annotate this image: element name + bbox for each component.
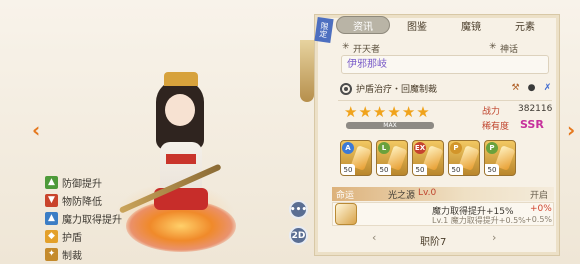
buff-item: ◆ 护盾 xyxy=(45,228,122,244)
character-name: 伊邪那岐 xyxy=(341,55,549,74)
fate-title: 光之源 xyxy=(388,191,416,201)
sword-type-icon: ✗ xyxy=(543,82,552,93)
sanction-icon: ✦ xyxy=(45,247,58,261)
origin-label: 神话 xyxy=(500,45,519,55)
equipment-slot[interactable]: P 50 xyxy=(484,140,516,176)
buff-item: ✦ 制裁 xyxy=(45,246,122,262)
tab-mirror[interactable]: 魔镜 xyxy=(444,16,498,34)
skill-description: 护盾治疗・回魔制裁 xyxy=(356,85,438,95)
fate-tab-label: 命运 xyxy=(336,191,355,201)
origin-marker-icon: ✳ xyxy=(489,42,497,52)
equip-type-badge: EX xyxy=(414,142,426,154)
rarity-label: 稀有度 xyxy=(482,122,510,132)
buff-item: ▲ 魔力取得提升 xyxy=(45,210,122,226)
equip-level: 50 xyxy=(377,164,391,175)
prev-rank-arrow[interactable]: ‹ xyxy=(372,231,376,244)
armor-down-icon: ▼ xyxy=(45,193,58,207)
buff-item: ▼ 物防降低 xyxy=(45,192,122,208)
rarity-value: SSR xyxy=(520,118,544,131)
equip-level: 50 xyxy=(449,164,463,175)
equip-type-badge: P xyxy=(486,142,498,154)
magic-up-icon: ▲ xyxy=(45,211,58,225)
view-2d-button[interactable]: 2D xyxy=(289,226,308,245)
dark-element-icon: ● xyxy=(527,82,536,93)
star-icon: ★ xyxy=(401,103,416,121)
next-rank-arrow[interactable]: › xyxy=(492,231,496,244)
shield-up-icon: ▲ xyxy=(45,175,58,189)
next-character-arrow[interactable]: › xyxy=(567,118,575,142)
equip-level: 50 xyxy=(485,164,499,175)
shield-icon: ◆ xyxy=(45,229,58,243)
equipment-slot[interactable]: L 50 xyxy=(376,140,408,176)
fate-level: Lv.0 xyxy=(418,188,437,198)
axe-type-icon: ⚒ xyxy=(511,82,520,93)
equipment-row: A 50 L 50 EX 50 P 50 P 50 xyxy=(340,140,520,176)
tab-info[interactable]: 资讯 xyxy=(336,16,390,34)
equip-type-badge: A xyxy=(342,142,354,154)
class-marker-icon: ✳ xyxy=(342,42,350,52)
character-face xyxy=(165,94,195,126)
star-icon: ★ xyxy=(372,103,387,121)
prev-character-arrow[interactable]: ‹ xyxy=(32,118,40,142)
star-rating: ★ ★ ★ ★ ★ ★ xyxy=(344,104,431,120)
divider xyxy=(338,100,552,101)
buff-label: 制裁 xyxy=(62,250,82,262)
character-sash xyxy=(166,154,196,164)
tassel-decoration xyxy=(300,40,314,102)
equipment-slot[interactable]: P 50 xyxy=(448,140,480,176)
buff-label: 物防降低 xyxy=(62,196,102,208)
effect-current-value: +0% xyxy=(530,204,552,214)
buff-list: ▲ 防御提升 ▼ 物防降低 ▲ 魔力取得提升 ◆ 护盾 ✦ 制裁 xyxy=(45,174,122,264)
effect-next-value: +0.5% xyxy=(525,215,553,224)
buff-label: 护盾 xyxy=(62,232,82,244)
character-model[interactable] xyxy=(108,60,236,252)
rank-label: 职阶7 xyxy=(420,237,447,248)
panel-tabs: 资讯 图鉴 魔镜 元素 xyxy=(336,16,552,34)
fate-item-icon xyxy=(335,203,357,225)
equip-level: 50 xyxy=(341,164,355,175)
star-icon: ★ xyxy=(416,103,430,121)
tab-codex[interactable]: 图鉴 xyxy=(390,16,444,34)
fate-status: 开启 xyxy=(530,191,549,201)
star-icon: ★ xyxy=(387,103,401,121)
star-icon: ★ xyxy=(344,103,358,121)
skill-summary: 护盾治疗・回魔制裁 xyxy=(340,82,437,95)
equip-type-badge: P xyxy=(450,142,462,154)
effect-next: Lv.1 魔力取得提升+0.5% xyxy=(432,216,526,225)
tab-element[interactable]: 元素 xyxy=(498,16,552,34)
buff-label: 魔力取得提升 xyxy=(62,214,122,226)
equip-type-badge: L xyxy=(378,142,390,154)
target-icon xyxy=(340,82,352,95)
star-icon: ★ xyxy=(358,103,372,121)
class-label: 开天者 xyxy=(353,45,381,55)
equipment-slot[interactable]: EX 50 xyxy=(412,140,444,176)
fate-header[interactable] xyxy=(332,187,554,201)
max-level-bar: MAX xyxy=(346,122,434,129)
power-value: 382116 xyxy=(518,104,553,114)
buff-item: ▲ 防御提升 xyxy=(45,174,122,190)
equipment-slot[interactable]: A 50 xyxy=(340,140,372,176)
power-label: 战力 xyxy=(482,107,501,117)
limited-badge: 限定 xyxy=(314,17,334,43)
chat-button[interactable]: ••• xyxy=(289,200,308,219)
buff-label: 防御提升 xyxy=(62,178,102,190)
equip-level: 50 xyxy=(413,164,427,175)
character-crown xyxy=(164,72,198,86)
